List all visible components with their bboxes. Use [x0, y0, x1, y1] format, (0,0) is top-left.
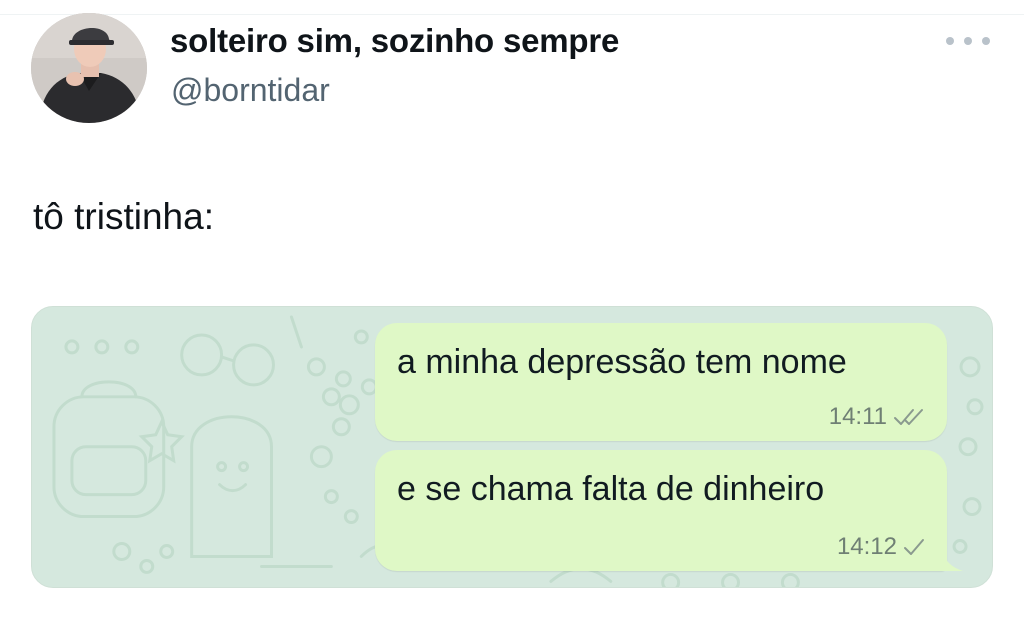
avatar-photo: [31, 13, 147, 123]
double-check-icon: [894, 409, 923, 425]
top-divider: [0, 14, 1024, 15]
bubble-tail: [941, 549, 963, 571]
single-check-icon: [904, 539, 924, 555]
chat-message-meta: 14:12: [837, 533, 925, 561]
chat-message-time: 14:11: [828, 403, 887, 430]
author-handle[interactable]: @borntidar: [171, 72, 330, 109]
avatar[interactable]: [31, 13, 147, 123]
chat-message-bubble[interactable]: e se chama falta de dinheiro 14:12: [375, 450, 963, 571]
tweet-text: tô tristinha:: [33, 196, 214, 237]
chat-message-text: a minha depressão tem nome: [397, 343, 847, 381]
author-display-name[interactable]: solteiro sim, sozinho sempre: [170, 22, 619, 60]
chat-message-meta: 14:11: [829, 403, 925, 431]
tweet-card: solteiro sim, sozinho sempre @borntidar …: [0, 0, 1024, 624]
chat-screenshot[interactable]: a minha depressão tem nome 14:11 e se ch…: [31, 306, 993, 588]
chat-message-bubble[interactable]: a minha depressão tem nome 14:11: [375, 323, 947, 441]
more-options-icon[interactable]: [946, 30, 990, 52]
chat-message-text: e se chama falta de dinheiro: [397, 470, 825, 508]
chat-message-time: 14:12: [836, 533, 897, 560]
